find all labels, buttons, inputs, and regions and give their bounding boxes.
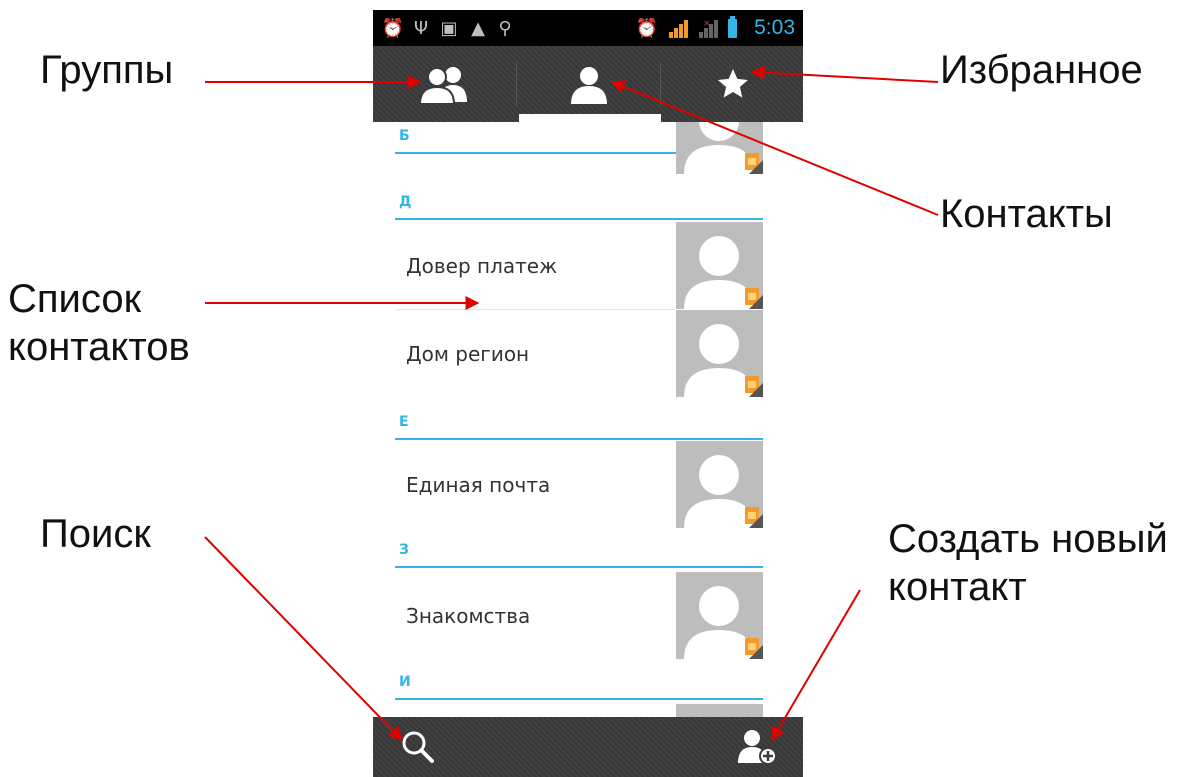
tab-selected-indicator [519, 114, 661, 122]
signal-icon: × [695, 10, 721, 46]
callout-favorites: Избранное [940, 48, 1143, 92]
warning-icon: ▲ [471, 17, 485, 39]
section-header: Е [395, 414, 763, 440]
avatar-corner [749, 645, 763, 659]
contact-name: Знакомства [406, 604, 531, 628]
search-icon [402, 731, 434, 763]
star-icon [717, 69, 748, 98]
alarm-icon: ⏰ [635, 17, 659, 39]
callout-new-contact: Создать новый контакт [888, 515, 1168, 611]
section-rule [395, 438, 763, 440]
contact-avatar[interactable] [676, 310, 763, 397]
avatar-corner [749, 383, 763, 397]
add-contact-button[interactable] [723, 717, 793, 777]
section-rule [395, 566, 763, 568]
section-letter: З [399, 542, 409, 558]
avatar-corner [749, 160, 763, 174]
contact-avatar[interactable] [676, 222, 763, 309]
contact-name: Единая почта [406, 473, 551, 497]
groups-icon [418, 67, 467, 104]
bottom-action-bar [373, 717, 803, 777]
callout-contact-list-line1: Список [8, 277, 142, 321]
section-letter: И [399, 674, 411, 690]
section-header: З [395, 542, 763, 568]
section-letter: Е [399, 414, 409, 430]
battery-icon [728, 16, 737, 38]
contact-avatar[interactable] [676, 122, 763, 174]
contact-avatar[interactable] [676, 572, 763, 659]
avatar-corner [749, 295, 763, 309]
contact-row[interactable]: Довер платеж [373, 222, 803, 310]
callout-search: Поиск [40, 512, 151, 556]
callout-groups: Группы [40, 48, 174, 92]
callout-contact-list-line2: контактов [8, 325, 190, 369]
phone-screen: ⏰ Ψ ▣ ▲ ⚲ ⏰ × 5:03 Б Д Довер платеж Дом … [373, 10, 803, 777]
section-header: Д [395, 194, 763, 220]
tab-contacts[interactable] [517, 46, 660, 122]
person-icon [676, 704, 763, 717]
tab-groups[interactable] [373, 46, 516, 122]
add-contact-icon [738, 730, 777, 765]
image-icon: ▣ [440, 17, 458, 39]
signal-icon [665, 10, 691, 46]
tab-bar [373, 46, 803, 122]
avatar-corner [749, 514, 763, 528]
search-button[interactable] [383, 717, 453, 777]
section-rule [395, 698, 763, 700]
callout-contacts: Контакты [940, 192, 1113, 236]
tab-favorites[interactable] [661, 46, 803, 122]
alarm-icon: ⏰ [381, 17, 405, 39]
person-icon [570, 67, 607, 104]
contact-row[interactable]: Дом регион [373, 310, 803, 398]
callout-new-contact-line2: контакт [888, 565, 1027, 609]
section-header: И [395, 674, 763, 700]
usb-icon: Ψ [413, 17, 429, 39]
contact-name: Дом регион [406, 342, 530, 366]
contact-avatar[interactable] [676, 441, 763, 528]
contact-row[interactable]: Знакомства [373, 572, 803, 660]
callout-contact-list: Список контактов [8, 275, 190, 371]
search-icon: ⚲ [498, 17, 512, 39]
section-letter: Б [399, 128, 410, 144]
section-letter: Д [399, 194, 412, 210]
status-time: 5:03 [754, 16, 795, 39]
svg-text:×: × [703, 19, 711, 29]
status-bar: ⏰ Ψ ▣ ▲ ⚲ ⏰ × 5:03 [373, 10, 803, 46]
contact-list[interactable]: Б Д Довер платеж Дом регион Е Единая поч… [373, 122, 803, 717]
contact-name: Довер платеж [406, 254, 558, 278]
section-rule [395, 218, 763, 220]
contact-avatar[interactable] [676, 704, 763, 717]
callout-new-contact-line1: Создать новый [888, 517, 1168, 561]
contact-row[interactable]: Единая почта [373, 441, 803, 529]
